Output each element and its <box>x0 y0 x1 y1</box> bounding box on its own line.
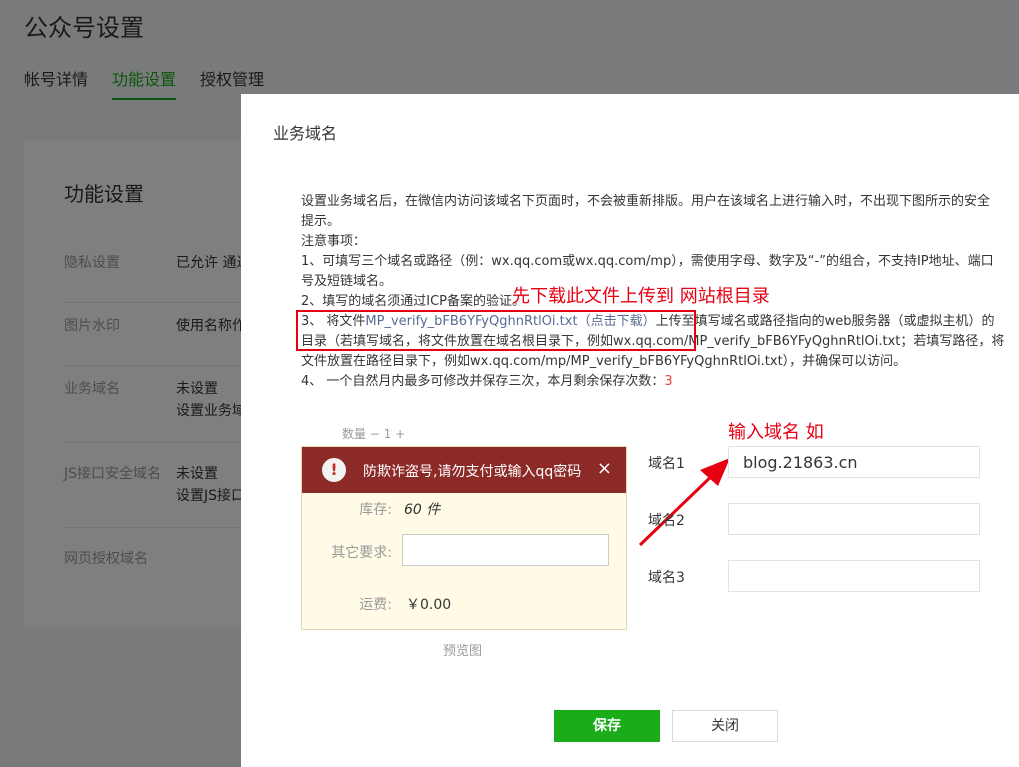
desc-text: 4、 一个自然月内最多可修改并保存三次，本月剩余保存次数： <box>301 374 665 389</box>
stock-value: 60 件 <box>404 502 441 518</box>
desc-line: 注意事项： <box>301 234 367 249</box>
preview-quantity-row: 数量 − 1 + <box>342 427 406 441</box>
stock-label: 库存: <box>359 502 392 518</box>
desc-text: 上传至填写域名或路径指向的web服务器（或虚拟主机）的 <box>655 314 995 329</box>
domain2-label: 域名2 <box>648 513 685 529</box>
shipping-value: ￥0.00 <box>406 597 452 613</box>
preview-other-input <box>402 534 609 566</box>
security-warning-bar: ! 防欺诈盗号,请勿支付或输入qq密码 × <box>302 447 626 493</box>
remaining-count: 3 <box>664 374 673 389</box>
save-button[interactable]: 保存 <box>554 710 660 742</box>
dialog-title: 业务域名 <box>273 124 338 143</box>
close-icon: × <box>596 458 612 479</box>
domain1-input[interactable] <box>728 446 980 478</box>
warning-icon: ! <box>322 458 346 482</box>
domain3-input[interactable] <box>728 560 980 592</box>
preview-image: 数量 − 1 + ! 防欺诈盗号,请勿支付或输入qq密码 × 库存: 60 件 … <box>301 427 627 630</box>
domain3-label: 域名3 <box>648 570 685 586</box>
domain2-input[interactable] <box>728 503 980 535</box>
desc-line: 文件放置在路径目录下，例如wx.qq.com/mp/MP_verify_bFB6… <box>301 354 907 369</box>
close-button[interactable]: 关闭 <box>672 710 778 742</box>
domain1-label: 域名1 <box>648 456 685 472</box>
desc-line-step4: 4、 一个自然月内最多可修改并保存三次，本月剩余保存次数：3 <box>301 372 1019 392</box>
warning-text: 防欺诈盗号,请勿支付或输入qq密码 <box>363 464 582 480</box>
other-label: 其它要求: <box>331 545 392 561</box>
desc-line: 提示。 <box>301 214 341 229</box>
shipping-label: 运费: <box>359 597 392 613</box>
annotation-download-note: 先下载此文件上传到 网站根目录 <box>512 286 770 307</box>
desc-line: 1、可填写三个域名或路径（例：wx.qq.com或wx.qq.com/mp），需… <box>301 254 994 269</box>
preview-caption: 预览图 <box>443 644 483 659</box>
annotation-highlight-box <box>296 310 696 351</box>
desc-line: 设置业务域名后，在微信内访问该域名下页面时，不会被重新排版。用户在该域名上进行输… <box>301 194 991 209</box>
